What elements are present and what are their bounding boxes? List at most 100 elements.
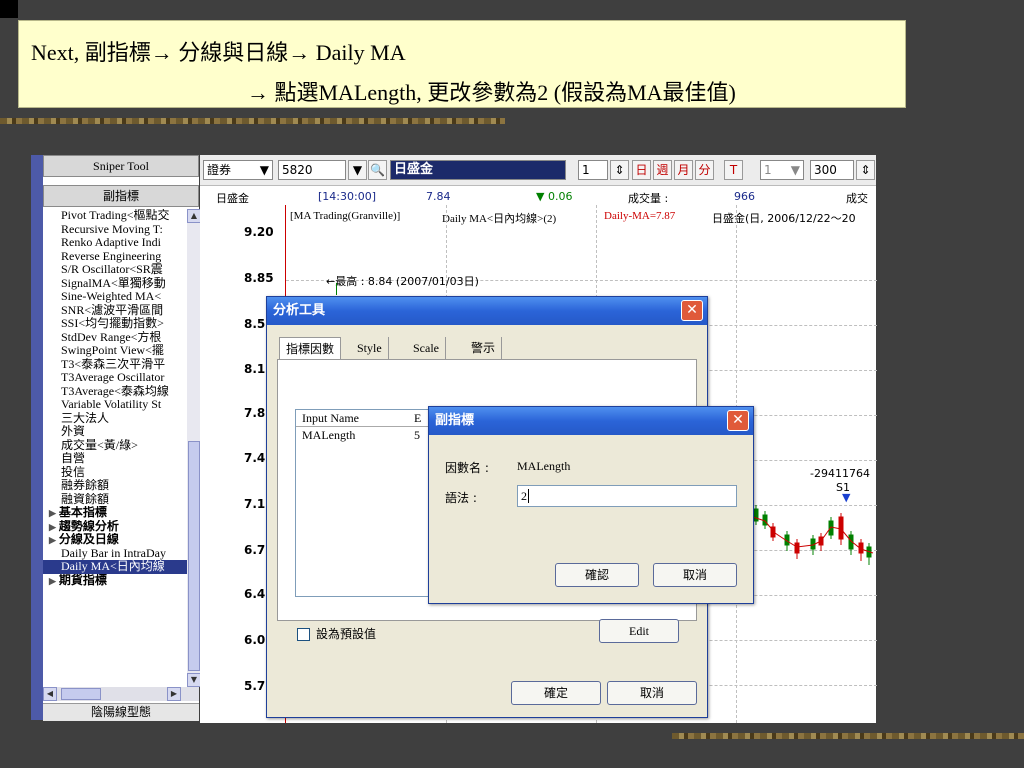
list-item[interactable]: 三大法人 — [43, 412, 187, 426]
chart-toolbar: 證券 ▼ 5820 ▼ 🔍 日盛金 1 ⇕ 日 週 月 分 T 1 ▼ 300 ⇕ — [200, 155, 876, 186]
ok-button[interactable]: 確定 — [511, 681, 601, 705]
count-input[interactable]: 300 — [810, 160, 854, 180]
syntax-input[interactable]: 2 — [517, 485, 737, 507]
table-row[interactable]: MALength 5 — [296, 427, 436, 443]
list-item[interactable]: Sine-Weighted MA< — [43, 290, 187, 304]
sub-dialog-titlebar[interactable]: 副指標 ✕ — [429, 407, 753, 435]
list-item[interactable]: Reverse Engineering — [43, 250, 187, 264]
param-name-label: 因數名 : — [445, 461, 489, 475]
minute-button[interactable]: 分 — [695, 160, 714, 180]
group-label: 趨勢線分析 — [58, 519, 119, 533]
high-annotation-text: 最高 : 8.84 (2007/01/03日) — [335, 275, 479, 288]
y-tick: 5.7 — [244, 679, 266, 693]
sub-dialog-title: 副指標 — [435, 413, 475, 428]
tab-style[interactable]: Style — [351, 337, 389, 359]
list-item[interactable]: T3Average<泰森均線 — [43, 385, 187, 399]
decor-stripe-bottom — [672, 733, 1024, 739]
expand-icon: ▶ — [49, 535, 56, 545]
confirm-button[interactable]: 確認 — [555, 563, 639, 587]
sidebar-subtitle[interactable]: 副指標 — [43, 185, 199, 207]
count-spinner-icon[interactable]: ⇕ — [856, 160, 875, 180]
code-dropdown-icon[interactable]: ▼ — [348, 160, 367, 180]
list-item[interactable]: Daily Bar in IntraDay — [43, 547, 187, 561]
code-input[interactable]: 5820 — [278, 160, 346, 180]
close-icon[interactable]: ✕ — [681, 300, 703, 321]
row-input-value: 5 — [414, 428, 420, 442]
y-tick: 6.0 — [244, 633, 266, 647]
scroll-right-icon[interactable]: ▶ — [167, 687, 181, 701]
sub-cancel-button[interactable]: 取消 — [653, 563, 737, 587]
list-item[interactable]: T3<泰森三次平滑平 — [43, 358, 187, 372]
quote-name: 日盛金 — [216, 192, 249, 205]
day-button[interactable]: 日 — [632, 160, 651, 180]
scroll-left-icon[interactable]: ◀ — [43, 687, 57, 701]
group-basic-indicators[interactable]: ▶ 基本指標 — [43, 506, 187, 520]
close-icon[interactable]: ✕ — [727, 410, 749, 431]
y-tick: 6.7 — [244, 543, 266, 557]
interval-input[interactable]: 1 — [578, 160, 608, 180]
week-button[interactable]: 週 — [653, 160, 672, 180]
default-checkbox-label: 設為預設值 — [316, 627, 377, 641]
list-item[interactable]: 融資餘額 — [43, 493, 187, 507]
list-item[interactable]: SwingPoint View<擺 — [43, 344, 187, 358]
num-value: 1 — [764, 163, 772, 177]
list-item[interactable]: SNR<濾波平滑區間 — [43, 304, 187, 318]
col-expression: E — [414, 411, 422, 425]
quote-cut: 成交 — [846, 192, 868, 205]
list-item[interactable]: 融券餘額 — [43, 479, 187, 493]
market-select[interactable]: 證券 ▼ — [203, 160, 273, 180]
group-minute-daily[interactable]: ▶ 分線及日線 — [43, 533, 187, 547]
stock-name-field[interactable]: 日盛金 — [390, 160, 566, 180]
input-list[interactable]: Input Name E MALength 5 — [295, 409, 437, 597]
hscroll-thumb[interactable] — [61, 688, 101, 700]
sub-indicator-dialog: 副指標 ✕ 因數名 : MALength 語法 : 2 確認 取消 — [428, 406, 754, 604]
y-tick: 7.4 — [244, 451, 266, 465]
default-checkbox[interactable] — [297, 628, 310, 641]
dialog-titlebar[interactable]: 分析工具 ✕ — [267, 297, 707, 325]
group-futures[interactable]: ▶ 期貨指標 — [43, 574, 187, 588]
list-item[interactable]: Pivot Trading<樞點交 — [43, 209, 187, 223]
dialog-title: 分析工具 — [273, 303, 326, 318]
tab-scale[interactable]: Scale — [407, 337, 446, 359]
tab-alert[interactable]: 警示 — [465, 337, 503, 359]
sidebar-hscroll[interactable]: ◀ ▶ — [43, 687, 199, 701]
volume-label: 成交量 : — [628, 192, 669, 205]
quote-price: 7.84 — [426, 190, 451, 203]
text-caret — [528, 489, 532, 503]
scroll-up-icon[interactable]: ▲ — [187, 209, 201, 223]
tab-parameters[interactable]: 指標因數 — [279, 337, 342, 359]
group-label: 期貨指標 — [58, 573, 107, 587]
tick-button[interactable]: T — [724, 160, 743, 180]
corner-block — [0, 0, 18, 18]
candle-high — [336, 283, 337, 295]
candle-body — [762, 514, 768, 526]
search-icon[interactable]: 🔍 — [368, 160, 387, 180]
list-item[interactable]: StdDev Range<方根 — [43, 331, 187, 345]
default-checkbox-row[interactable]: 設為預設值 — [297, 625, 376, 642]
list-item[interactable]: T3Average Oscillator — [43, 371, 187, 385]
spinner-icon[interactable]: ⇕ — [610, 160, 629, 180]
sidebar-footer[interactable]: 陰陽線型態 — [43, 703, 199, 721]
list-item[interactable]: S/R Oscillator<SR震 — [43, 263, 187, 277]
cancel-button[interactable]: 取消 — [607, 681, 697, 705]
scroll-down-icon[interactable]: ▼ — [187, 673, 201, 687]
list-item[interactable]: Renko Adaptive Indi — [43, 236, 187, 250]
list-item[interactable]: 外資 — [43, 425, 187, 439]
group-trendline[interactable]: ▶ 趨勢線分析 — [43, 520, 187, 534]
list-item[interactable]: 成交量<黃/綠> — [43, 439, 187, 453]
edit-button[interactable]: Edit — [599, 619, 679, 643]
scroll-thumb[interactable] — [188, 441, 200, 671]
list-item[interactable]: SignalMA<單獨移動 — [43, 277, 187, 291]
candle-body — [838, 516, 844, 540]
list-item[interactable]: 自營 — [43, 452, 187, 466]
month-button[interactable]: 月 — [674, 160, 693, 180]
num-select[interactable]: 1 ▼ — [760, 160, 804, 180]
list-item[interactable]: 投信 — [43, 466, 187, 480]
chevron-down-icon: ▼ — [259, 163, 269, 177]
list-item-selected[interactable]: Daily MA<日內均線 — [43, 560, 187, 574]
sidebar-vscroll[interactable]: ▲ ▼ — [187, 209, 201, 687]
sidebar-title[interactable]: Sniper Tool — [43, 155, 199, 177]
list-item[interactable]: Recursive Moving T: — [43, 223, 187, 237]
list-item[interactable]: SSI<均勻擺動指數> — [43, 317, 187, 331]
list-item[interactable]: Variable Volatility St — [43, 398, 187, 412]
